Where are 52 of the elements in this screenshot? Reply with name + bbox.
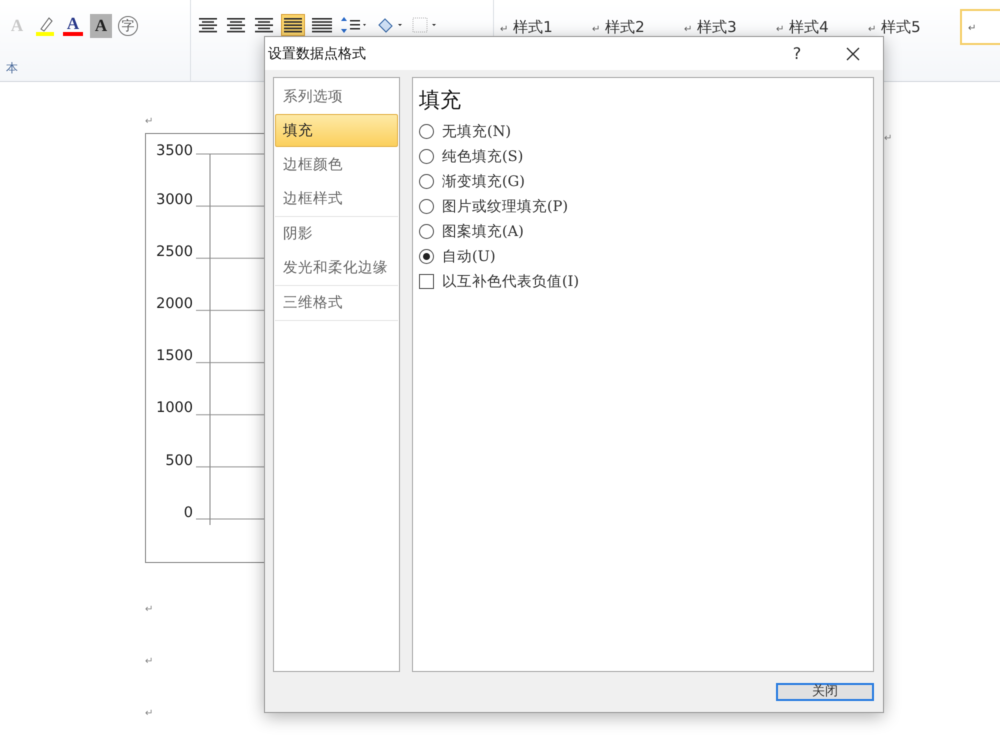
character-shading-icon[interactable]: A (90, 14, 112, 38)
axis-tick-label: 1500 (156, 347, 193, 366)
help-button[interactable]: ? (771, 43, 823, 64)
option-label: 以互补色代表负值(I) (442, 272, 580, 290)
category-item[interactable]: 发光和柔化边缘 (275, 251, 398, 284)
style-gallery-item[interactable]: ↵ 样式3 (684, 18, 776, 37)
section-heading: 填充 (419, 87, 462, 114)
option-label: 无填充(N) (442, 122, 512, 140)
style-gallery-item[interactable]: ↵ 样式4 (776, 18, 868, 37)
option-label: 图案填充(A) (442, 222, 524, 240)
distributed-icon[interactable] (310, 15, 333, 35)
option-label: 图片或纹理填充(P) (442, 198, 568, 216)
line-spacing-icon[interactable] (338, 15, 369, 35)
radio-button[interactable] (419, 248, 434, 264)
checkbox[interactable] (419, 274, 434, 288)
axis-tick-label: 1000 (156, 399, 193, 418)
style-gallery-item[interactable]: ↵ 样式1 (500, 18, 592, 37)
radio-button[interactable] (419, 174, 434, 188)
radio-button[interactable] (419, 124, 434, 138)
close-icon (846, 46, 860, 60)
paragraph-mark: ↵ (145, 656, 154, 667)
style-gallery-item[interactable]: ↵ 样式5 (868, 18, 960, 37)
radio-button[interactable] (419, 198, 434, 214)
dialog-title: 设置数据点格式 (268, 44, 367, 62)
paragraph-mark: ↵ (145, 116, 154, 129)
category-item[interactable]: 边框颜色 (275, 148, 398, 181)
align-center-icon[interactable] (224, 15, 247, 35)
category-item[interactable]: 三维格式 (275, 286, 398, 319)
category-item[interactable]: 系列选项 (275, 80, 398, 113)
paragraph-mark: ↵ (884, 133, 892, 146)
axis-tick-label: 2000 (156, 295, 193, 314)
axis-tick-label: 3000 (156, 191, 193, 210)
style-gallery-item[interactable]: ↵ (960, 9, 1000, 45)
paragraph-mark: ↵ (145, 604, 154, 615)
paragraph-mark: ↵ (145, 708, 154, 719)
group-label: 本 (6, 60, 19, 77)
axis-tick-label: 3500 (156, 142, 193, 161)
close-dialog-button[interactable]: 关闭 (776, 683, 874, 701)
axis-tick-label: 2500 (156, 243, 193, 262)
justify-icon[interactable] (280, 14, 305, 36)
option-label: 自动(U) (442, 248, 496, 266)
axis-tick-label: 500 (165, 452, 193, 471)
category-item[interactable]: 边框样式 (275, 182, 398, 215)
radio-button[interactable] (419, 148, 434, 164)
style-gallery-item[interactable]: ↵ 样式2 (592, 18, 684, 37)
radio-button[interactable] (419, 224, 434, 238)
option-label: 渐变填充(G) (442, 172, 525, 190)
enclosed-character-icon[interactable]: 字 (118, 16, 138, 36)
axis-tick-label: 0 (184, 504, 193, 523)
category-item[interactable]: 填充 (275, 114, 398, 147)
option-label: 纯色填充(S) (442, 148, 524, 166)
category-item[interactable]: 阴影 (275, 217, 398, 250)
